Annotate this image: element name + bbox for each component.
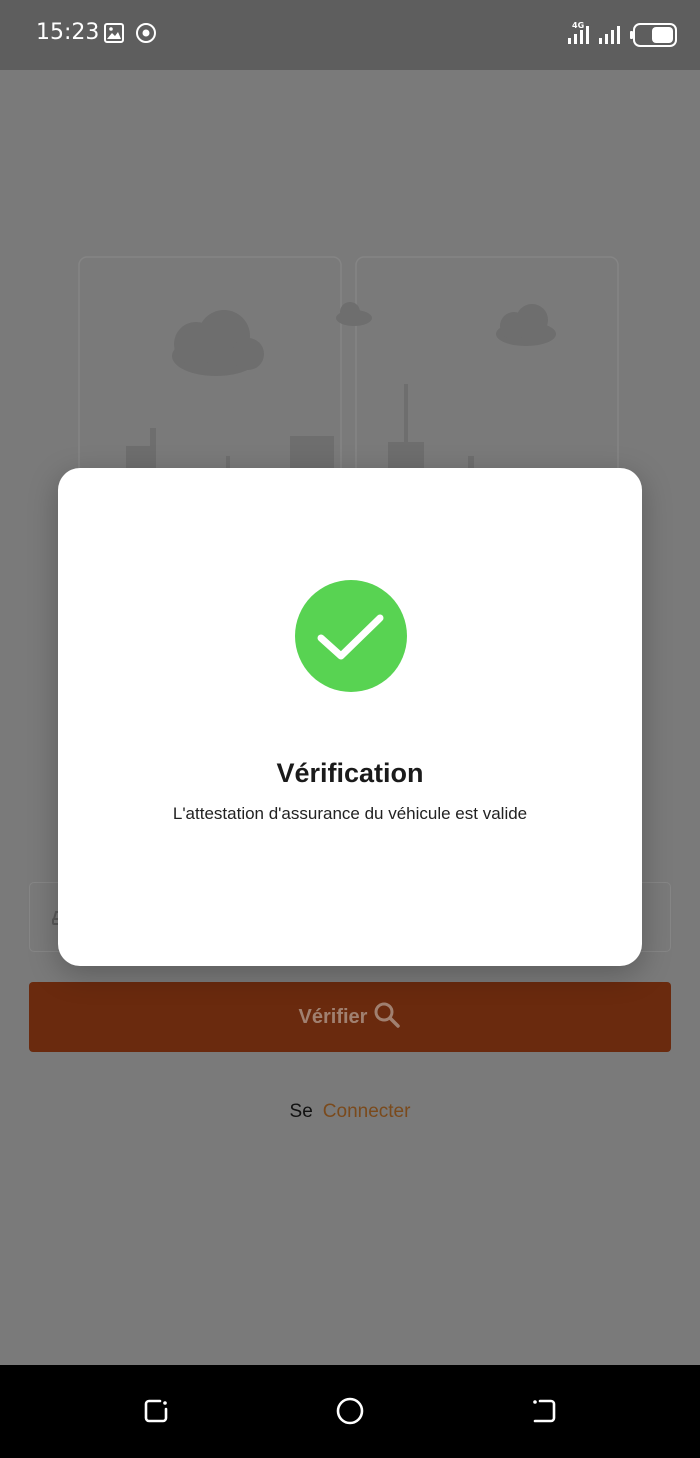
verify-button-label: Vérifier	[298, 1005, 368, 1028]
login-link[interactable]: Connecter	[323, 1101, 411, 1122]
back-icon[interactable]	[530, 1397, 558, 1430]
verify-button[interactable]: Vérifier	[29, 982, 671, 1052]
signal-icon	[597, 20, 623, 51]
dialog-message: L'attestation d'assurance du véhicule es…	[172, 804, 528, 823]
login-prefix: Se	[289, 1101, 313, 1122]
signal-4g-icon: 4G	[566, 20, 594, 51]
check-circle-icon	[295, 580, 407, 692]
home-icon[interactable]	[335, 1397, 365, 1432]
media-icon	[135, 22, 157, 49]
dialog-title: Vérification	[276, 758, 424, 788]
image-icon	[103, 22, 125, 49]
recent-apps-icon[interactable]	[142, 1397, 170, 1430]
status-time: 15:23	[36, 20, 100, 45]
verification-dialog: Vérification L'attestation d'assurance d…	[58, 468, 642, 966]
search-icon	[373, 1001, 401, 1034]
svg-text:4G: 4G	[572, 21, 584, 30]
battery-icon	[630, 23, 678, 52]
status-bar: 15:23 4G	[0, 0, 700, 70]
login-row: Se Connecter	[0, 1101, 700, 1123]
navigation-bar	[0, 1365, 700, 1458]
